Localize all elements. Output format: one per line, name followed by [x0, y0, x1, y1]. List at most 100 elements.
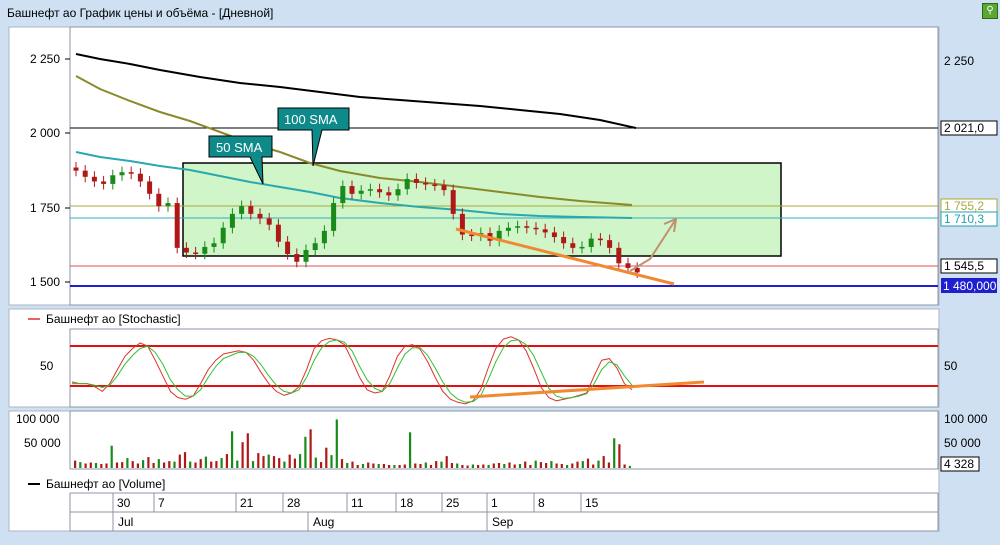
- volume-bar: [566, 465, 569, 468]
- candle-body: [128, 172, 134, 174]
- volume-bar: [403, 464, 406, 468]
- price-tick-1750: 1 750: [30, 201, 60, 215]
- volume-bar: [288, 454, 291, 468]
- volume-legend: Башнефт ао [Volume]: [28, 477, 165, 491]
- candle-body: [386, 192, 392, 196]
- badge-text: 1 755,2: [944, 199, 984, 213]
- candle-body: [183, 247, 189, 253]
- candle-body: [147, 181, 153, 194]
- volume-bar: [278, 458, 281, 468]
- candle-body: [82, 170, 88, 177]
- candle-body: [551, 232, 557, 238]
- volume-bar: [204, 456, 207, 468]
- month-label: Aug: [313, 515, 334, 529]
- chart-window: Башнефт ао График цены и объёма - [Дневн…: [0, 0, 1000, 545]
- volume-bar: [560, 464, 563, 468]
- price-badge-1755: 1 755,2: [940, 198, 998, 214]
- day-label: 18: [400, 496, 414, 510]
- volume-bar: [623, 464, 626, 468]
- candle-body: [561, 237, 567, 244]
- volume-bar: [429, 465, 433, 468]
- volume-bar: [456, 463, 459, 468]
- candle-body: [202, 246, 208, 254]
- candle-body: [275, 224, 281, 242]
- candle-body: [377, 189, 383, 193]
- volume-bar: [356, 465, 359, 468]
- candle-body: [285, 241, 291, 255]
- volume-bar: [157, 459, 160, 468]
- candle-body: [248, 206, 254, 214]
- candle-body: [588, 238, 594, 247]
- price-badge-1710: 1 710,3: [940, 211, 998, 227]
- volume-bar: [576, 461, 579, 468]
- volume-bar: [121, 462, 124, 468]
- candle-body: [156, 193, 162, 207]
- candle-body: [404, 178, 410, 190]
- volume-bar: [220, 458, 223, 468]
- volume-bar: [79, 462, 82, 468]
- volume-bar: [398, 465, 401, 468]
- volume-bar: [225, 454, 228, 468]
- candle-body: [165, 203, 171, 207]
- volume-bar: [367, 462, 370, 468]
- volume-bar: [330, 455, 333, 468]
- volume-bar: [293, 458, 296, 468]
- candle-body: [367, 189, 373, 191]
- volume-bar: [471, 464, 474, 468]
- volume-bar: [388, 465, 391, 468]
- candle-body: [607, 240, 613, 248]
- volume-bar: [539, 462, 542, 468]
- volume-bar: [183, 452, 187, 468]
- price-badge-1545: 1 545,5: [940, 258, 998, 274]
- volume-bar: [163, 462, 166, 468]
- price-badge-1480: 1 480,000: [941, 278, 997, 293]
- day-label: 11: [351, 496, 364, 510]
- volume-bar: [251, 461, 255, 468]
- volume-bar: [361, 464, 365, 468]
- stoch-tick-left: 50: [40, 359, 54, 373]
- candle-body: [616, 247, 622, 264]
- candle-body: [294, 254, 300, 262]
- volume-bar: [497, 463, 501, 468]
- candle-body: [193, 252, 199, 254]
- volume-bar: [382, 464, 385, 468]
- volume-bar: [409, 432, 412, 468]
- volume-bar: [435, 461, 438, 468]
- chart-canvas: 50 SMA 100 SMA 2 250 2 000 1 750 1 500 2…: [8, 26, 998, 532]
- volume-tick-right-100k: 100 000: [944, 412, 988, 426]
- volume-bar: [267, 454, 270, 468]
- volume-bar: [246, 433, 249, 468]
- volume-bar: [283, 461, 286, 468]
- volume-bar: [89, 462, 92, 468]
- day-label: 1: [491, 496, 498, 510]
- price-tick-1500: 1 500: [30, 275, 60, 289]
- volume-bar: [142, 460, 145, 468]
- volume-bar: [466, 465, 469, 468]
- volume-bar: [100, 464, 103, 468]
- volume-bar: [592, 464, 595, 468]
- volume-bar: [320, 462, 323, 468]
- volume-bar: [178, 454, 181, 468]
- volume-bar: [607, 462, 610, 468]
- candle-body: [312, 243, 318, 251]
- candle-body: [349, 186, 355, 194]
- volume-bar: [461, 465, 464, 468]
- volume-bar: [477, 465, 480, 468]
- month-label: Jul: [118, 515, 133, 529]
- volume-bar: [419, 464, 422, 468]
- candle-body: [211, 243, 217, 247]
- stoch-legend: Башнефт ао [Stochastic]: [28, 312, 181, 326]
- volume-bar: [524, 461, 527, 468]
- volume-bar: [424, 462, 427, 468]
- day-label: 8: [538, 496, 545, 510]
- volume-bar: [304, 436, 307, 468]
- volume-bar: [597, 460, 600, 468]
- volume-bar: [545, 463, 548, 468]
- volume-bar: [168, 461, 171, 468]
- volume-bar: [346, 463, 349, 468]
- volume-bar: [115, 462, 119, 468]
- volume-bar: [173, 461, 176, 468]
- candle-body: [358, 190, 364, 194]
- volume-bar: [131, 461, 134, 468]
- candle-body: [505, 227, 511, 231]
